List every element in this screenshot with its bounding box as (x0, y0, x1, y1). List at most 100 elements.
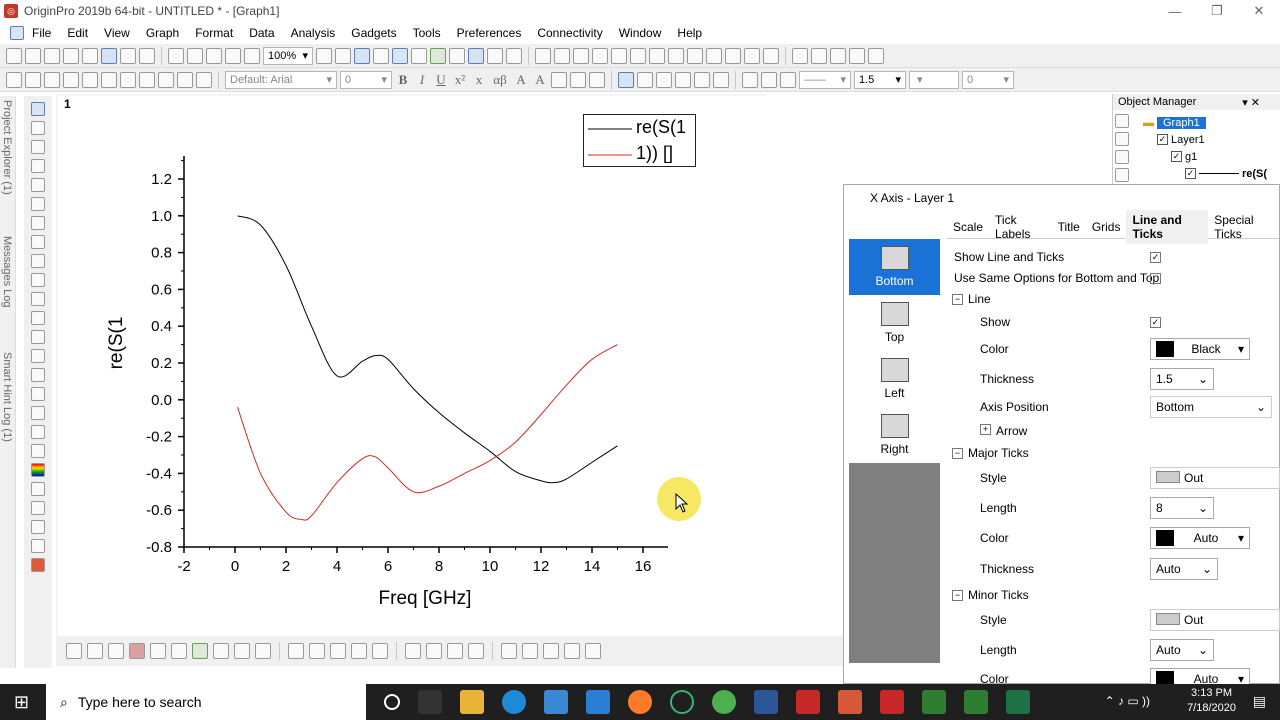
bubble-scale-icon[interactable] (31, 482, 45, 496)
layer-checkbox[interactable]: ✓ (1157, 134, 1168, 145)
new-function-icon[interactable] (82, 47, 98, 64)
new-graph-icon[interactable] (44, 47, 60, 64)
menu-help[interactable]: Help (669, 26, 710, 40)
subscript-button[interactable]: x (471, 72, 487, 88)
set-z-icon[interactable] (725, 47, 741, 64)
tab-title[interactable]: Title (1052, 217, 1086, 237)
tab-grids[interactable]: Grids (1086, 217, 1127, 237)
sum-icon[interactable] (535, 47, 551, 64)
show-line-ticks-checkbox[interactable]: ✓ (1150, 251, 1161, 263)
tab-special-ticks[interactable]: Special Ticks (1208, 210, 1279, 244)
menu-gadgets[interactable]: Gadgets (343, 26, 404, 40)
close-button[interactable]: ✕ (1238, 0, 1280, 22)
data-reader-tool-icon[interactable] (31, 178, 45, 192)
fill-color-icon[interactable] (742, 71, 758, 88)
edt-icon-2[interactable] (964, 690, 988, 714)
command-window-icon[interactable] (430, 47, 446, 64)
bold-button[interactable]: B (395, 72, 411, 88)
refresh-icon[interactable] (335, 47, 351, 64)
cortana-icon[interactable] (384, 694, 400, 710)
hand-tool-icon[interactable] (31, 368, 45, 382)
layer-icon-tool[interactable] (31, 501, 45, 515)
3d-template-icon[interactable] (372, 643, 388, 659)
tree-item-graph1[interactable]: Graph1 (1157, 116, 1206, 129)
new-excel-icon[interactable] (139, 47, 155, 64)
menu-tools[interactable]: Tools (405, 26, 449, 40)
major-color-dropdown[interactable]: Auto ▾ (1150, 527, 1250, 549)
set-x-icon[interactable] (687, 47, 703, 64)
series-line-2[interactable] (237, 344, 618, 521)
om-tool-1-icon[interactable] (1115, 114, 1129, 128)
zoom-select[interactable]: 100% ▾ (263, 46, 313, 65)
font-size-select[interactable]: 0 ▾ (340, 70, 392, 89)
tree-item-g1[interactable]: g1 (1185, 151, 1197, 163)
om-tool-3-icon[interactable] (1115, 150, 1129, 164)
tray-icons[interactable]: ⌃ ♪ ▭ )) (1105, 694, 1150, 708)
major-collapse-icon[interactable]: − (952, 447, 963, 459)
color-scale-icon[interactable] (31, 463, 45, 477)
set-y-icon[interactable] (706, 47, 722, 64)
error-icon[interactable] (744, 47, 760, 64)
align-icon[interactable] (196, 71, 212, 88)
settings-icon[interactable] (868, 47, 884, 64)
italic-button[interactable]: I (414, 72, 430, 88)
minimize-button[interactable]: — (1154, 0, 1196, 22)
major-thickness-dropdown[interactable]: Auto ⌄ (1150, 558, 1218, 580)
3d-surface-icon[interactable] (288, 643, 304, 659)
g1-checkbox[interactable]: ✓ (1171, 151, 1182, 162)
show-checkbox[interactable]: ✓ (1150, 316, 1161, 328)
minor-collapse-icon[interactable]: − (952, 589, 963, 601)
side-bottom[interactable]: Bottom (849, 239, 940, 295)
zoom-in-icon[interactable] (31, 121, 45, 135)
align-left-icon[interactable] (551, 71, 567, 88)
menu-data[interactable]: Data (241, 26, 282, 40)
first-icon[interactable] (792, 47, 808, 64)
histogram-icon[interactable] (611, 47, 627, 64)
menu-graph[interactable]: Graph (138, 26, 187, 40)
new-project-icon[interactable] (6, 47, 22, 64)
zoom-panning-icon[interactable] (468, 47, 484, 64)
front-icon[interactable] (120, 71, 136, 88)
major-length-dropdown[interactable]: 8 ⌄ (1150, 497, 1214, 519)
mask-icon[interactable] (31, 235, 45, 249)
object-2-icon[interactable] (522, 643, 538, 659)
side-top[interactable]: Top (849, 295, 940, 351)
code-builder-icon[interactable] (373, 47, 389, 64)
object-5-icon[interactable] (585, 643, 601, 659)
zoom-out-icon[interactable] (31, 140, 45, 154)
decrease-font-button[interactable]: A (532, 72, 548, 88)
line-style-select[interactable]: —— ▾ (799, 70, 851, 89)
layer-icon[interactable] (63, 71, 79, 88)
sort-icon[interactable] (554, 47, 570, 64)
messages-log-tab[interactable]: Messages Log (1, 236, 13, 308)
object-manager-close-icon[interactable]: ▾ ✕ (1242, 96, 1260, 110)
minor-style-dropdown[interactable]: Out (1150, 609, 1280, 631)
insert-equation-icon[interactable] (31, 444, 45, 458)
new-workbook-icon[interactable] (25, 47, 41, 64)
rectangle-tool-icon[interactable] (31, 349, 45, 363)
3d-wire-icon[interactable] (351, 643, 367, 659)
line-plot-icon[interactable] (66, 643, 82, 659)
import-icon[interactable] (244, 47, 260, 64)
om-tool-2-icon[interactable] (1115, 132, 1129, 146)
series-line-1[interactable] (237, 215, 618, 484)
copy-icon[interactable] (25, 71, 41, 88)
last-icon[interactable] (849, 47, 865, 64)
menu-edit[interactable]: Edit (59, 26, 96, 40)
next-icon[interactable] (830, 47, 846, 64)
add-layer-icon[interactable] (506, 47, 522, 64)
cut-icon[interactable] (6, 71, 22, 88)
backward-icon[interactable] (177, 71, 193, 88)
label-icon[interactable] (763, 47, 779, 64)
line-color-dropdown[interactable]: Black ▾ (1150, 338, 1250, 360)
thickness-dropdown[interactable]: 1.5 ⌄ (1150, 368, 1214, 390)
pdf-icon[interactable] (880, 690, 904, 714)
line-symbol-icon[interactable] (108, 643, 124, 659)
side-left[interactable]: Left (849, 351, 940, 407)
side-right[interactable]: Right (849, 407, 940, 463)
arrow-expand-icon[interactable]: + (980, 424, 991, 435)
insert-graph-icon[interactable] (31, 387, 45, 401)
increase-font-button[interactable]: A (513, 72, 529, 88)
column-plot-icon[interactable] (573, 47, 589, 64)
firefox-icon[interactable] (628, 690, 652, 714)
